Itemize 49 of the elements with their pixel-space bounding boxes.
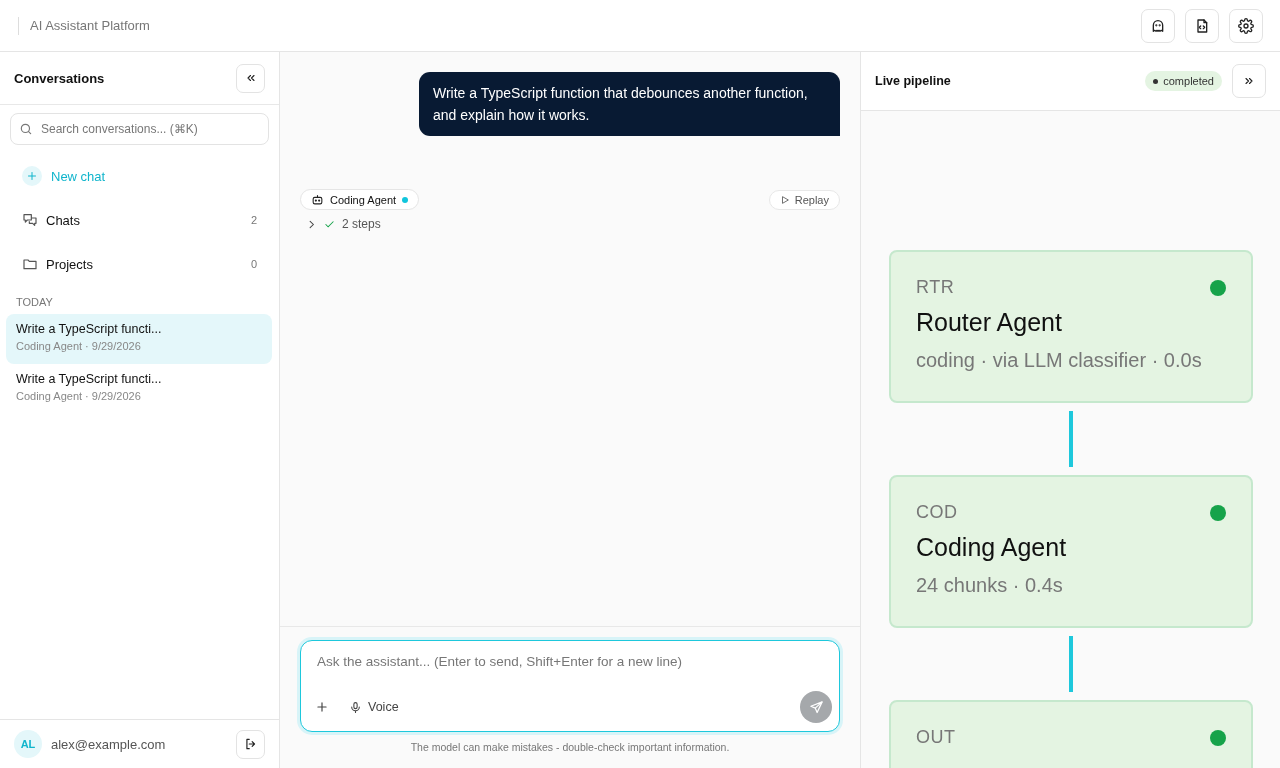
conversation-item[interactable]: Write a TypeScript functi... Coding Agent · 9/29/2026	[6, 364, 272, 414]
nav-item[interactable]: Projects 0	[22, 242, 257, 286]
play-icon	[779, 194, 790, 205]
ghost-icon	[1150, 17, 1166, 34]
send-icon	[808, 699, 824, 715]
disclaimer: The model can make mistakes - double-check important information.	[409, 741, 731, 753]
voice-button[interactable]: Voice	[349, 700, 399, 714]
sidebar-title: Conversations	[14, 70, 105, 86]
node-detail: coding · via LLM classifier · 0.0s	[916, 349, 1203, 372]
logout-button[interactable]	[236, 729, 265, 759]
double-chevron-right-icon	[1243, 75, 1255, 87]
settings-icon	[1238, 17, 1254, 34]
conversation-meta: Coding Agent · 9/29/2026	[16, 390, 142, 402]
chat-bubbles-icon	[22, 212, 38, 228]
conversation-item[interactable]: Write a TypeScript functi... Coding Agent · 9/29/2026	[6, 314, 272, 364]
conversation-title: Write a TypeScript functi...	[16, 322, 163, 336]
collapse-button[interactable]	[236, 63, 265, 93]
robot-icon	[311, 193, 324, 206]
conversation-title: Write a TypeScript functi...	[16, 372, 163, 386]
plus-icon	[26, 170, 38, 182]
ghost-button[interactable]	[1141, 8, 1175, 43]
replay-button[interactable]: Replay	[768, 189, 840, 210]
panel-title: Live pipeline	[875, 74, 952, 88]
settings-button[interactable]	[1229, 8, 1263, 43]
search-icon	[19, 122, 33, 136]
section-label: TODAY	[16, 296, 54, 308]
node-code: COD	[916, 502, 958, 523]
user-message: Write a TypeScript function that debounces another function, and explain how it works.	[419, 72, 840, 136]
app-title: AI Assistant Platform	[30, 18, 150, 33]
code-file-button[interactable]	[1185, 8, 1219, 43]
microphone-icon	[349, 700, 362, 714]
message-input[interactable]: Ask the assistant... (Enter to send, Shift+Enter for a new line)	[315, 653, 825, 670]
steps-toggle[interactable]: 2 steps	[306, 217, 381, 231]
node-title: Router Agent	[916, 308, 1063, 337]
node-title: Coding Agent	[916, 533, 1068, 562]
plus-icon[interactable]	[315, 700, 329, 714]
node-detail: 24 chunks · 0.4s	[916, 574, 1064, 597]
user-avatar: AL	[14, 730, 42, 758]
node-code: RTR	[916, 277, 955, 298]
folder-icon	[22, 256, 38, 272]
conversation-meta: Coding Agent · 9/29/2026	[16, 340, 142, 352]
user-email: alex@example.com	[51, 736, 167, 752]
code-file-icon	[1194, 17, 1210, 34]
search-field[interactable]: Search conversations... (⌘K)	[10, 113, 269, 145]
node-code: OUT	[916, 727, 956, 748]
logout-icon	[243, 737, 258, 751]
agent-chip: Coding Agent	[300, 189, 420, 210]
nav-item[interactable]: Chats 2	[22, 198, 257, 242]
status-badge: completed	[1145, 71, 1222, 91]
